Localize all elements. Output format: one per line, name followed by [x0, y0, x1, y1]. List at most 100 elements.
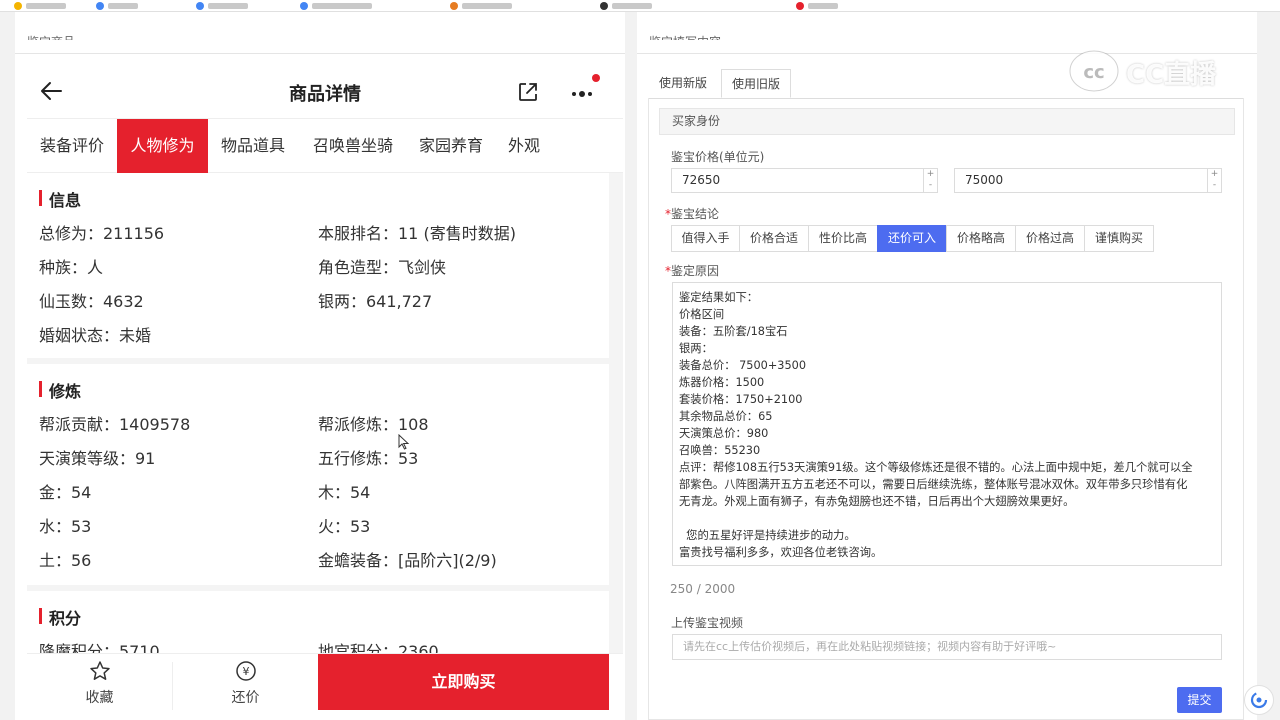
reason-line: 装备总价： 7500+3500 — [679, 359, 807, 372]
cc-watermark: cc CC直播 — [1068, 46, 1248, 96]
reason-label: *鉴定原因 — [665, 262, 719, 279]
buyer-identity-header: 买家身份 — [659, 108, 1235, 135]
cultivation-value: 木：54 — [318, 483, 371, 502]
tab-items[interactable]: 物品道具 — [208, 119, 298, 173]
price-high-input[interactable]: 75000 + - — [954, 168, 1222, 193]
divider — [15, 53, 625, 54]
stepper-icon[interactable]: + - — [1207, 169, 1221, 192]
bookmark-icon[interactable] — [96, 2, 104, 10]
tab-new-version[interactable]: 使用新版 — [649, 69, 717, 98]
reason-line: 点评：帮修108五行53天演策91级。这个等级修炼还是很不错的。心法上面中规中矩… — [679, 461, 1193, 474]
reason-line: 鉴定结果如下： — [679, 291, 759, 304]
points-section: 积分 降魔积分：5710 地宫积分：2360 — [27, 591, 609, 653]
bookmark-icon[interactable] — [450, 2, 458, 10]
reason-line: 套装价格：1750+2100 — [679, 393, 803, 406]
info-value: 银两：641,727 — [318, 292, 433, 311]
svg-text:¥: ¥ — [243, 665, 250, 678]
reason-line: 装备：五阶套/18宝石 — [679, 325, 788, 338]
cc-logo-icon: cc — [1069, 50, 1119, 92]
bookmark-icon[interactable] — [300, 2, 308, 10]
bookmarks-bar — [0, 0, 1280, 12]
reason-label-text: 鉴定原因 — [671, 264, 720, 278]
reason-line — [679, 510, 1221, 527]
tab-summons-mounts[interactable]: 召唤兽坐骑 — [298, 119, 408, 173]
cultivation-value: 金：54 — [39, 483, 92, 502]
buy-now-button[interactable]: 立即购买 — [318, 654, 609, 710]
cultivation-value: 土：56 — [39, 551, 92, 570]
bookmark-label[interactable] — [26, 3, 66, 9]
panel-caption: 鉴宝填写内容 — [649, 30, 721, 40]
bookmark-label[interactable] — [208, 3, 248, 9]
bookmark-icon[interactable] — [796, 2, 804, 10]
cultivation-value: 水：53 — [39, 517, 92, 536]
reason-line: 价格区间 — [679, 308, 725, 321]
cultivation-value: 帮派修炼：108 — [318, 415, 429, 434]
conclusion-label-text: 鉴宝结论 — [671, 207, 720, 221]
info-value: 总修为：211156 — [39, 224, 165, 243]
top-bar: 商品详情 — [27, 62, 623, 119]
bookmark-label[interactable] — [612, 3, 652, 9]
tab-old-version[interactable]: 使用旧版 — [721, 69, 791, 98]
refresh-icon — [1250, 691, 1268, 709]
cultivation-value: 帮派贡献：1409578 — [39, 415, 191, 434]
section-title: 信息 — [39, 187, 81, 211]
favorite-label: 收藏 — [85, 690, 114, 706]
bookmark-label[interactable] — [462, 3, 512, 9]
cultivation-value: 金蟾装备：[品阶六](2/9) — [318, 551, 497, 570]
reason-line: 部紫色。八阵图满开五方五老还不可以，需要日后继续洗练，整体账号混冰双休。双年带多… — [679, 478, 1188, 491]
info-value: 角色造型：飞剑侠 — [318, 258, 447, 277]
tab-appearance[interactable]: 外观 — [494, 119, 554, 173]
floating-helper-icon[interactable] — [1244, 685, 1274, 715]
reason-line: 炼器价格：1500 — [679, 376, 765, 389]
cultivation-value: 火：53 — [318, 517, 371, 536]
cultivation-value: 天演策等级：91 — [39, 449, 156, 468]
category-tabs: 装备评价 人物修为 物品道具 召唤兽坐骑 家园养育 外观 — [27, 119, 623, 173]
bookmark-label[interactable] — [312, 3, 372, 9]
share-icon[interactable] — [517, 81, 539, 103]
char-count: 250 / 2000 — [670, 582, 736, 596]
yuan-icon: ¥ — [236, 661, 256, 681]
bookmark-icon[interactable] — [196, 2, 204, 10]
conclusion-option[interactable]: 性价比高 — [808, 225, 878, 252]
submit-button[interactable]: 提交 — [1177, 687, 1222, 713]
bookmark-icon[interactable] — [14, 2, 22, 10]
info-section: 信息 总修为：211156 本服排名：11 (寄售时数据) 种族：人 角色造型：… — [27, 173, 609, 358]
conclusion-option[interactable]: 值得入手 — [671, 225, 740, 252]
info-value: 本服排名：11 (寄售时数据) — [318, 224, 516, 243]
star-icon — [90, 661, 110, 680]
bookmark-label[interactable] — [108, 3, 138, 9]
content-scroll-area[interactable]: 信息 总修为：211156 本服排名：11 (寄售时数据) 种族：人 角色造型：… — [27, 173, 623, 653]
bookmark-icon[interactable] — [600, 2, 608, 10]
reason-line: 富贵找号福利多多，欢迎各位老铁咨询。 — [679, 546, 883, 559]
product-detail-view: 商品详情 装备评价 人物修为 物品道具 召唤兽坐骑 家园养育 外观 信息 总修为… — [27, 62, 623, 720]
conclusion-option[interactable]: 价格过高 — [1015, 225, 1085, 252]
cultivation-section: 修炼 帮派贡献：1409578 帮派修炼：108 天演策等级：91 五行修炼：5… — [27, 364, 609, 585]
info-value: 婚姻状态：未婚 — [39, 326, 152, 345]
conclusion-option[interactable]: 价格合适 — [739, 225, 809, 252]
points-value: 降魔积分：5710 — [39, 642, 160, 653]
conclusion-option[interactable]: 价格略高 — [946, 225, 1016, 252]
reason-textarea[interactable]: 鉴定结果如下： 价格区间 装备：五阶套/18宝石 银两： 装备总价： 7500+… — [672, 282, 1222, 566]
bookmark-label[interactable] — [808, 3, 838, 9]
price-low-input[interactable]: 72650 + - — [671, 168, 938, 193]
bargain-button[interactable]: ¥ 还价 — [173, 654, 318, 712]
more-icon[interactable] — [570, 82, 596, 104]
reason-line: 天演策总价：980 — [679, 427, 769, 440]
tab-equipment-review[interactable]: 装备评价 — [27, 119, 117, 173]
info-value: 仙玉数：4632 — [39, 292, 144, 311]
tab-character-cultivation[interactable]: 人物修为 — [117, 119, 208, 173]
conclusion-option[interactable]: 谨慎购买 — [1084, 225, 1154, 252]
conclusion-option-selected[interactable]: 还价可入 — [877, 225, 947, 252]
favorite-button[interactable]: 收藏 — [27, 654, 172, 712]
tab-homestead[interactable]: 家园养育 — [408, 119, 494, 173]
video-link-input[interactable]: 请先在cc上传估价视频后，再在此处粘贴视频链接；视频内容有助于好评哦~ — [672, 634, 1222, 660]
panel-caption: 鉴宝商品 — [27, 30, 75, 40]
reason-line: 您的五星好评是持续进步的动力。 — [679, 529, 856, 542]
reason-line: 其余物品总价：65 — [679, 410, 773, 423]
bottom-action-bar: 收藏 ¥ 还价 立即购买 — [27, 653, 623, 720]
price-low-value: 72650 — [682, 173, 721, 187]
page-margin — [0, 12, 15, 720]
stepper-icon[interactable]: + - — [923, 169, 937, 192]
reason-line: 召唤兽：55230 — [679, 444, 761, 457]
mouse-cursor-icon — [398, 434, 410, 450]
